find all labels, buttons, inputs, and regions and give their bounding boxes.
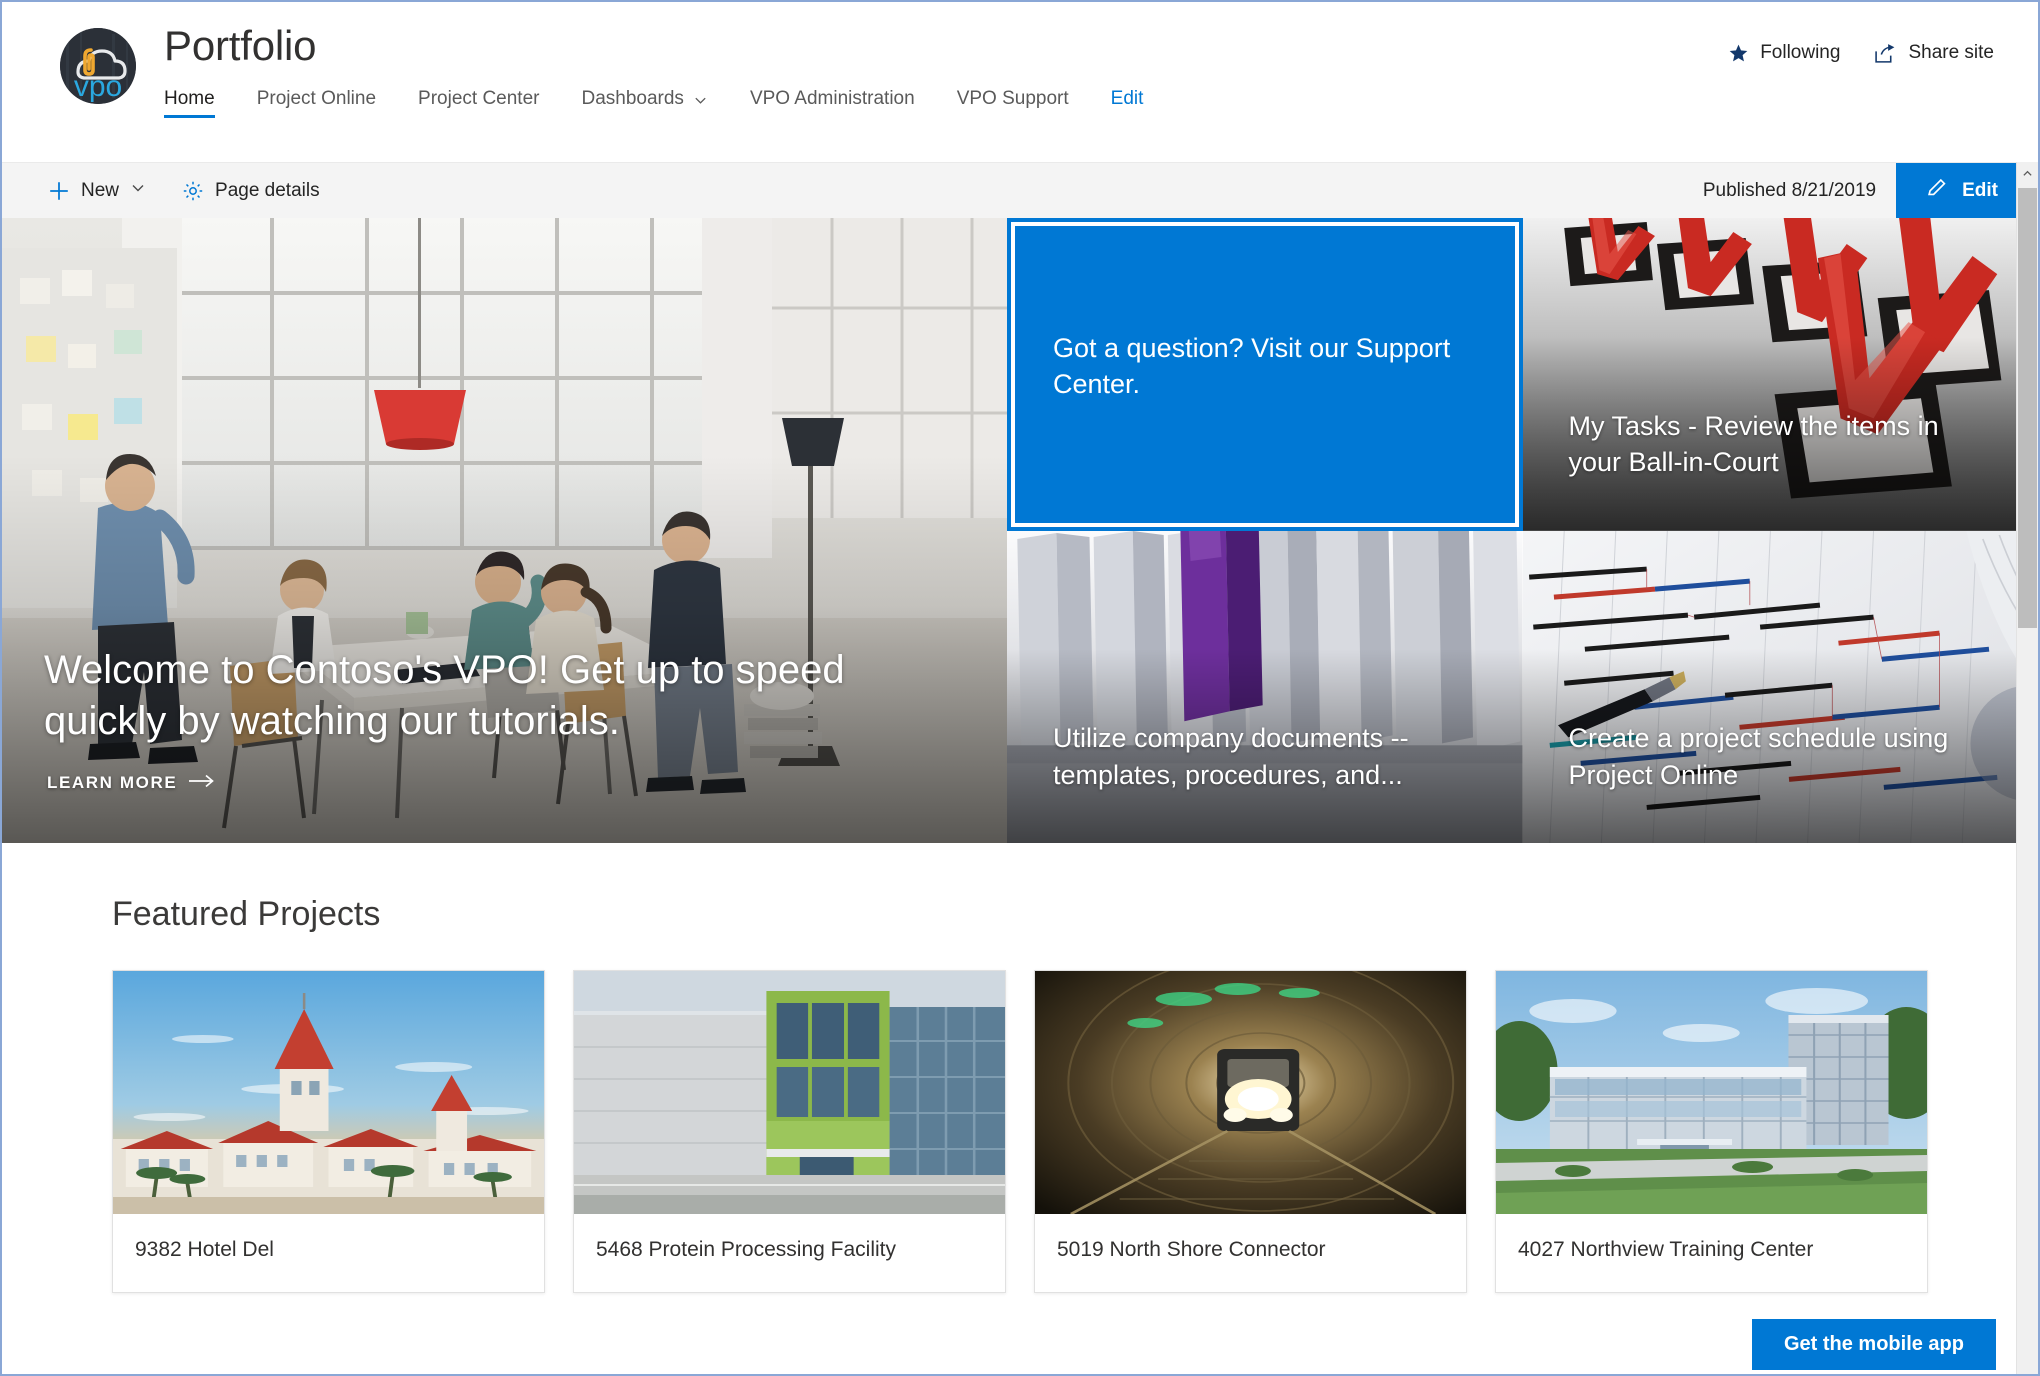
arrow-right-icon — [189, 773, 215, 793]
page-details-button[interactable]: Page details — [166, 172, 336, 210]
project-card-label: 4027 Northview Training Center — [1496, 1214, 1927, 1292]
hero-tile-caption: Utilize company documents -- templates, … — [1053, 720, 1483, 793]
project-card-hotel-del[interactable]: 9382 Hotel Del — [112, 970, 545, 1293]
pencil-icon — [1926, 176, 1949, 205]
share-site-label: Share site — [1908, 42, 1994, 64]
nav-item-project-center[interactable]: Project Center — [418, 82, 561, 122]
nav-label: Home — [164, 88, 215, 110]
sharepoint-page: vpo Portfolio Home Project Online Projec… — [0, 0, 2040, 1376]
hero-main-tile[interactable]: Welcome to Contoso's VPO! Get up to spee… — [2, 218, 1007, 843]
hero-tile-my-tasks[interactable]: My Tasks - Review the items in your Ball… — [1523, 218, 2039, 531]
hero-tile-company-documents[interactable]: Utilize company documents -- templates, … — [1007, 531, 1523, 844]
nav-item-home[interactable]: Home — [164, 82, 237, 122]
hero-tile-support-center[interactable]: Got a question? Visit our Support Center… — [1007, 218, 1523, 531]
hero-tile-row-bottom: Utilize company documents -- templates, … — [1007, 531, 2038, 844]
following-button[interactable]: Following — [1728, 42, 1840, 64]
gantt-chart-photo — [1523, 531, 2039, 844]
new-button[interactable]: New — [32, 172, 162, 210]
nav-item-edit[interactable]: Edit — [1111, 82, 1166, 122]
green-glass-building-photo — [574, 971, 1005, 1214]
hero-tile-grid: Got a question? Visit our Support Center… — [1007, 218, 2038, 843]
card-thumbnail — [113, 971, 544, 1214]
nav-label: Project Center — [418, 88, 539, 110]
project-card-northview-training-center[interactable]: 4027 Northview Training Center — [1495, 970, 1928, 1293]
header-actions: Following Share site — [1728, 42, 1994, 64]
title-and-nav: Portfolio Home Project Online Project Ce… — [164, 24, 2010, 122]
hero-cta-label: LEARN MORE — [47, 773, 177, 793]
hero-tile-project-schedule[interactable]: Create a project schedule using Project … — [1523, 531, 2039, 844]
red-checkmarks-photo — [1523, 218, 2039, 531]
site-logo-icon[interactable]: vpo — [60, 28, 136, 104]
hero-learn-more-link[interactable]: LEARN MORE — [47, 773, 215, 793]
project-card-label: 5019 North Shore Connector — [1035, 1214, 1466, 1292]
new-label: New — [81, 180, 119, 202]
hero-section: Welcome to Contoso's VPO! Get up to spee… — [2, 218, 2038, 843]
chevron-down-icon — [693, 92, 708, 107]
card-thumbnail — [1035, 971, 1466, 1214]
site-navigation: Home Project Online Project Center Dashb… — [164, 82, 2010, 122]
command-bar-left: New Page details — [2, 172, 336, 210]
nav-label: Dashboards — [581, 88, 683, 110]
following-label: Following — [1760, 42, 1840, 64]
project-card-label: 5468 Protein Processing Facility — [574, 1214, 1005, 1292]
plus-icon — [48, 180, 70, 202]
share-site-button[interactable]: Share site — [1874, 42, 1994, 64]
project-card-protein-processing[interactable]: 5468 Protein Processing Facility — [573, 970, 1006, 1293]
chevron-down-icon — [130, 180, 146, 202]
featured-projects-section: Featured Projects — [2, 843, 2038, 1293]
file-folders-photo — [1007, 531, 1523, 844]
nav-label: Project Online — [257, 88, 376, 110]
nav-item-vpo-support[interactable]: VPO Support — [957, 82, 1091, 122]
edit-label: Edit — [1962, 180, 1998, 202]
nav-item-project-online[interactable]: Project Online — [257, 82, 398, 122]
chevron-up-icon[interactable] — [2017, 162, 2038, 184]
scrollbar-thumb[interactable] — [2018, 188, 2037, 628]
hero-tile-caption: Got a question? Visit our Support Center… — [1053, 330, 1483, 403]
hero-headline: Welcome to Contoso's VPO! Get up to spee… — [44, 645, 887, 747]
featured-projects-title: Featured Projects — [2, 895, 2038, 934]
page-details-label: Page details — [215, 180, 320, 202]
command-bar: New Page details Published 8/ — [2, 162, 2038, 218]
hero-tile-caption: My Tasks - Review the items in your Ball… — [1569, 408, 1999, 481]
star-icon — [1728, 43, 1749, 64]
command-bar-right: Published 8/21/2019 Edit — [1703, 163, 2038, 218]
vertical-scrollbar[interactable] — [2016, 162, 2038, 1374]
card-thumbnail — [1496, 971, 1927, 1214]
modern-office-rendering — [1496, 971, 1927, 1214]
nav-label: Edit — [1111, 88, 1144, 110]
hero-tile-row-top: Got a question? Visit our Support Center… — [1007, 218, 2038, 531]
nav-item-vpo-administration[interactable]: VPO Administration — [750, 82, 937, 122]
card-thumbnail — [574, 971, 1005, 1214]
featured-projects-list: 9382 Hotel Del — [2, 970, 2038, 1293]
nav-label: VPO Administration — [750, 88, 915, 110]
hero-tile-caption: Create a project schedule using Project … — [1569, 720, 1999, 793]
nav-item-dashboards[interactable]: Dashboards — [581, 82, 729, 122]
get-mobile-app-button[interactable]: Get the mobile app — [1752, 1319, 1996, 1370]
svg-text:vpo: vpo — [74, 70, 122, 103]
gear-icon — [182, 180, 204, 202]
published-status: Published 8/21/2019 — [1703, 180, 1896, 202]
project-card-label: 9382 Hotel Del — [113, 1214, 544, 1292]
share-icon — [1874, 43, 1897, 64]
team-meeting-whiteboard-photo — [2, 218, 1007, 843]
project-card-north-shore-connector[interactable]: 5019 North Shore Connector — [1034, 970, 1467, 1293]
site-header: vpo Portfolio Home Project Online Projec… — [2, 2, 2038, 162]
subway-tunnel-photo — [1035, 971, 1466, 1214]
nav-label: VPO Support — [957, 88, 1069, 110]
hotel-del-coronado-photo — [113, 971, 544, 1214]
